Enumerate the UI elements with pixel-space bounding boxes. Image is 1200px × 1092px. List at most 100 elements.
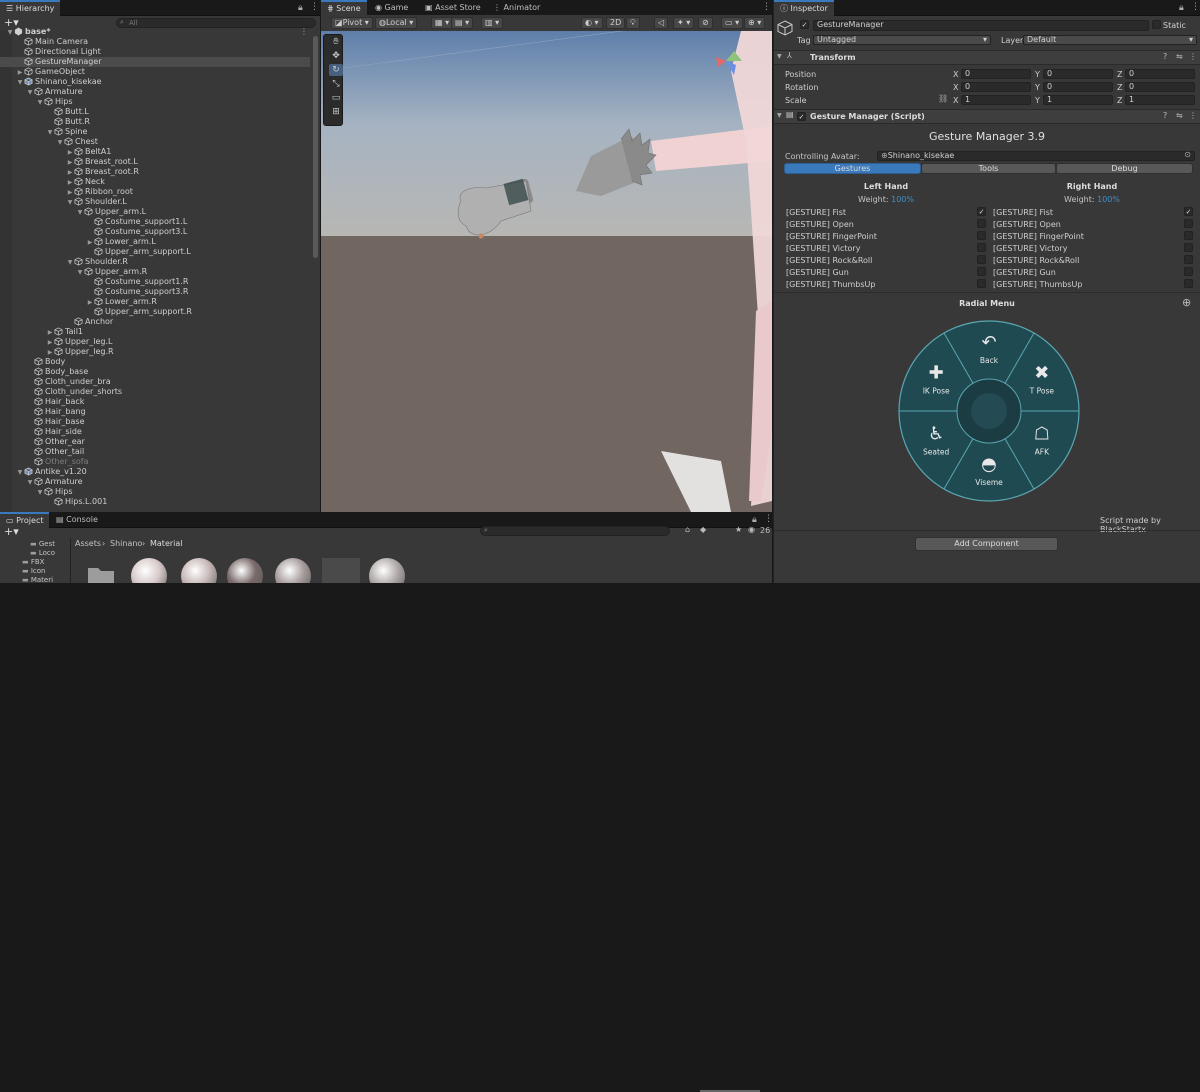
tab-console[interactable]: ▤ Console <box>50 512 104 528</box>
hierarchy-row[interactable]: Hair_bang <box>0 407 310 417</box>
transform-position-y-field[interactable]: 0 <box>1043 69 1113 79</box>
hierarchy-row[interactable]: Upper_arm_support.R <box>0 307 310 317</box>
hierarchy-row[interactable]: Costume_support1.L <box>0 217 310 227</box>
project-folder-item[interactable]: ▬ FBX <box>22 558 44 566</box>
hidden-objects-icon[interactable]: ⊘ <box>698 17 713 29</box>
transform-scale-z-field[interactable]: 1 <box>1125 95 1195 105</box>
transform-icon[interactable]: ⊞ <box>329 106 343 118</box>
rect-icon[interactable]: ▭ <box>329 92 343 104</box>
hierarchy-row[interactable]: ▼ Antike_v1.20 <box>0 467 310 477</box>
hierarchy-row[interactable]: Hair_side <box>0 427 310 437</box>
hierarchy-row[interactable]: Main Camera <box>0 37 310 47</box>
layer-dropdown[interactable]: Default ▾ <box>1023 35 1197 45</box>
filter-type-icon[interactable]: ⌂ <box>685 525 690 534</box>
project-folder-item[interactable]: ▬ Loco <box>30 549 55 557</box>
add-asset-icon[interactable]: +▾ <box>4 525 19 538</box>
hierarchy-row[interactable]: ▼ Chest <box>0 137 310 147</box>
more-menu-icon[interactable]: ⋮ <box>764 514 773 524</box>
hierarchy-row[interactable]: Body <box>0 357 310 367</box>
material-thumbnail[interactable] <box>226 558 264 583</box>
radial-item[interactable]: ↶ Back <box>980 332 999 365</box>
right-gesture-checkbox[interactable] <box>1184 219 1193 228</box>
hierarchy-row[interactable]: Hair_base <box>0 417 310 427</box>
left-gesture-checkbox[interactable] <box>977 267 986 276</box>
hierarchy-row[interactable]: ▼ Armature <box>0 87 310 97</box>
right-gesture-checkbox[interactable]: ✓ <box>1184 207 1193 216</box>
effects-dropdown[interactable]: ✦ ▾ <box>673 17 695 29</box>
right-gesture-checkbox[interactable] <box>1184 243 1193 252</box>
tab-game[interactable]: ◉ Game <box>369 0 414 16</box>
project-folder-tree-divider[interactable] <box>70 538 71 583</box>
hierarchy-row[interactable]: Upper_arm_support.L <box>0 247 310 257</box>
hierarchy-row[interactable]: ▼ Spine <box>0 127 310 137</box>
material-thumbnail[interactable] <box>274 558 312 583</box>
grid-visibility-button[interactable]: ▥ ▾ <box>481 17 504 29</box>
right-gesture-checkbox[interactable] <box>1184 279 1193 288</box>
hierarchy-row[interactable]: ▶ Neck <box>0 177 310 187</box>
right-gesture-checkbox[interactable] <box>1184 267 1193 276</box>
filter-label-icon[interactable]: ◆ <box>700 525 706 534</box>
help-icon[interactable]: ? <box>1163 111 1167 120</box>
controlling-avatar-field[interactable]: ⊕Shinano_kisekae ⊙ <box>877 151 1195 161</box>
mode-2d-button[interactable]: 2D <box>606 17 626 29</box>
tab-gestures[interactable]: Gestures <box>784 163 921 174</box>
tab-debug[interactable]: Debug <box>1056 163 1193 174</box>
lighting-toggle-icon[interactable]: 💡︎ <box>626 17 640 29</box>
transform-scale-y-field[interactable]: 1 <box>1043 95 1113 105</box>
script-enabled-checkbox[interactable]: ✓ <box>797 112 806 121</box>
hierarchy-row[interactable]: GestureManager <box>0 57 310 67</box>
hierarchy-row[interactable]: Costume_support3.R <box>0 287 310 297</box>
project-search-input[interactable]: ⌕ <box>480 526 670 536</box>
favorite-icon[interactable]: ★ <box>735 525 742 534</box>
tab-hierarchy[interactable]: ☰ Hierarchy <box>0 0 61 16</box>
radial-menu[interactable]: ↶ Back ✖ T Pose ☖ AFK ◓ Viseme ♿︎ Seated ✚ IK Pose <box>894 316 1084 506</box>
hierarchy-scrollbar[interactable] <box>313 36 318 258</box>
tag-dropdown[interactable]: Untagged ▾ <box>813 35 991 45</box>
hand-icon[interactable]: ✋︎ <box>329 36 343 48</box>
gizmos-dropdown[interactable]: ⊕ ▾ <box>744 17 766 29</box>
pivot-dropdown[interactable]: ◪Pivot ▾ <box>331 17 373 29</box>
lock-icon[interactable]: 🔒︎ <box>298 3 303 13</box>
left-gesture-checkbox[interactable] <box>977 231 986 240</box>
hierarchy-row[interactable]: ▶ Breast_root.L <box>0 157 310 167</box>
hidden-packages-icon[interactable]: ◉ <box>748 525 755 534</box>
more-menu-icon[interactable]: ⋮ <box>1189 52 1197 61</box>
left-gesture-checkbox[interactable] <box>977 279 986 288</box>
more-menu-icon[interactable]: ⋮ <box>1191 2 1200 12</box>
material-thumbnail[interactable] <box>130 558 168 583</box>
transform-rotation-x-field[interactable]: 0 <box>961 82 1031 92</box>
lock-icon[interactable]: 🔒︎ <box>1179 3 1184 13</box>
material-thumbnail[interactable] <box>368 558 406 583</box>
left-gesture-checkbox[interactable]: ✓ <box>977 207 986 216</box>
transform-rotation-z-field[interactable]: 0 <box>1125 82 1195 92</box>
rotate-icon[interactable]: ↻ <box>329 64 343 76</box>
breadcrumb-material[interactable]: Material <box>150 539 183 548</box>
hierarchy-row[interactable]: Other_tail <box>0 447 310 457</box>
left-gesture-checkbox[interactable] <box>977 243 986 252</box>
hierarchy-row[interactable]: ▼ Hips <box>0 487 310 497</box>
add-circle-icon[interactable]: ⊕ <box>1182 296 1191 309</box>
lock-icon[interactable]: 🔒︎ <box>752 515 757 525</box>
hierarchy-row[interactable]: Directional Light <box>0 47 310 57</box>
radial-item[interactable]: ☖ AFK <box>1034 424 1050 457</box>
material-thumbnail[interactable] <box>180 558 218 583</box>
constrain-proportions-icon[interactable]: ⛓︎ <box>938 94 948 103</box>
hierarchy-row[interactable]: ▶ Ribbon_root <box>0 187 310 197</box>
material-thumbnail[interactable] <box>322 558 360 583</box>
hierarchy-row[interactable]: ▶ GameObject <box>0 67 310 77</box>
add-component-button[interactable]: Add Component <box>915 537 1058 551</box>
right-gesture-checkbox[interactable] <box>1184 231 1193 240</box>
audio-toggle-icon[interactable]: ◁ <box>654 17 669 29</box>
hierarchy-row[interactable]: Hair_back <box>0 397 310 407</box>
more-menu-icon[interactable]: ⋮ <box>310 2 319 12</box>
presets-icon[interactable]: ⇋ <box>1176 111 1183 120</box>
hierarchy-row[interactable]: Costume_support1.R <box>0 277 310 287</box>
help-icon[interactable]: ? <box>1163 52 1167 61</box>
camera-settings-dropdown[interactable]: ▭ ▾ <box>721 17 744 29</box>
left-gesture-checkbox[interactable] <box>977 219 986 228</box>
hierarchy-row[interactable]: Other_sofa <box>0 457 310 467</box>
tab-tools[interactable]: Tools <box>921 163 1056 174</box>
hierarchy-row[interactable]: ▼ Shoulder.L <box>0 197 310 207</box>
right-gesture-checkbox[interactable] <box>1184 255 1193 264</box>
hierarchy-row[interactable]: Cloth_under_bra <box>0 377 310 387</box>
